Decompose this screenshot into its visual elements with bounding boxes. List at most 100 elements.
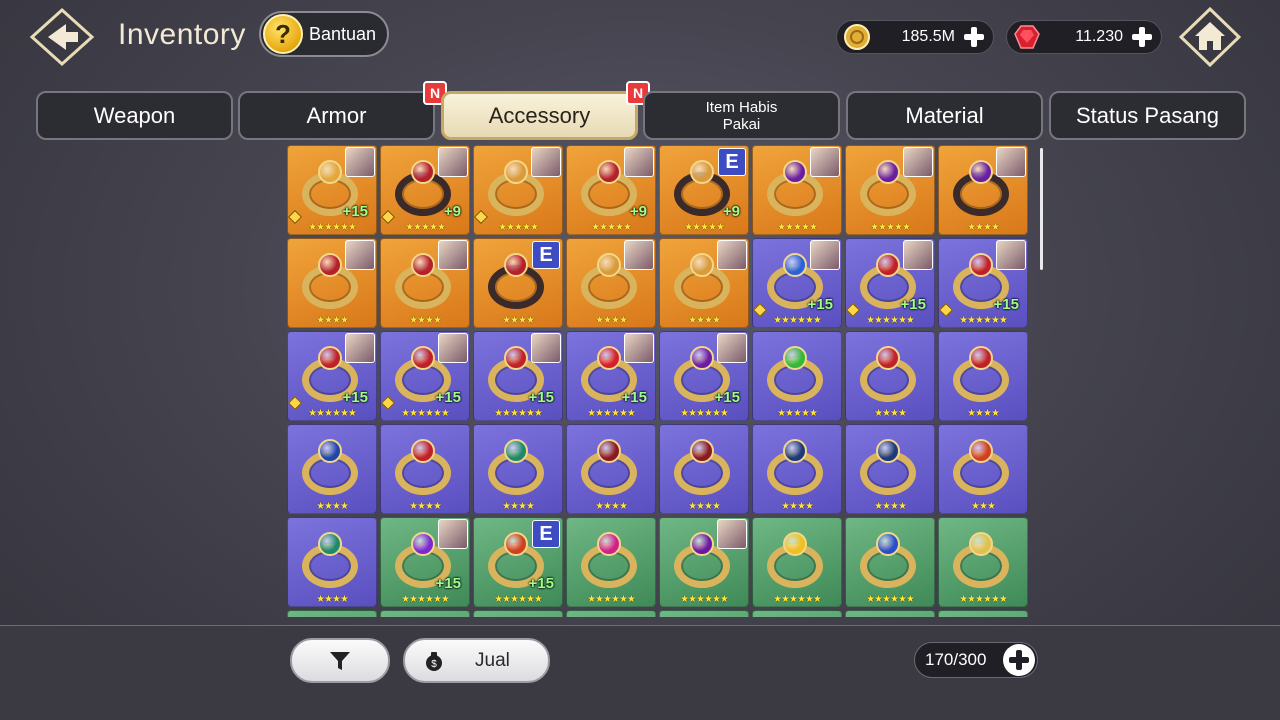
enhance-level: +15 <box>342 389 368 406</box>
accessory-item-slot[interactable]: ★★★★★★ <box>938 517 1028 607</box>
tab-consumables[interactable]: Item Habis Pakai <box>643 91 840 140</box>
equipped-hero-avatar <box>438 240 468 270</box>
equipped-hero-avatar <box>624 333 654 363</box>
star-rating: ★★★★ <box>502 315 535 326</box>
accessory-item-slot[interactable]: ★★★★ <box>752 424 842 514</box>
star-rating: ★★★★★★ <box>494 594 543 605</box>
filter-icon <box>330 651 350 670</box>
sell-button[interactable]: $ Jual <box>403 638 550 683</box>
add-gem-button[interactable] <box>1131 26 1153 48</box>
accessory-item-slot[interactable]: +15 ★★★★★★ <box>287 145 377 235</box>
accessory-item-slot[interactable]: +15 ★★★★★★ <box>659 331 749 421</box>
accessory-item-slot[interactable]: E +15 ★★★★★★ <box>473 517 563 607</box>
gemstone-icon <box>969 346 993 370</box>
item-grid[interactable]: +15 ★★★★★★ +9 ★★★★★ ★★★★★ +9 ★★★★★ E +9 ★★★★★ ★★★★… <box>287 145 1039 617</box>
grid-scrollbar[interactable] <box>1040 148 1043 270</box>
accessory-item-slot[interactable]: ★★★ <box>938 424 1028 514</box>
equipped-hero-avatar <box>345 147 375 177</box>
accessory-item-slot[interactable]: ★★★★ <box>659 424 749 514</box>
page-title: Inventory <box>118 18 246 51</box>
accessory-item-slot[interactable]: ★★★★ <box>845 424 935 514</box>
accessory-item-slot[interactable]: ★★★★ <box>845 331 935 421</box>
tab-accessory[interactable]: Accessory <box>441 91 638 140</box>
accessory-item-slot[interactable]: +15 ★★★★★★ <box>566 331 656 421</box>
accessory-item-slot[interactable]: +15 ★★★★★★ <box>287 331 377 421</box>
accessory-item-slot[interactable]: ★★★★ <box>938 331 1028 421</box>
star-rating: ★★★★★★ <box>959 315 1008 326</box>
gemstone-icon <box>411 160 435 184</box>
accessory-item-slot[interactable] <box>380 610 470 617</box>
enhance-level: +15 <box>435 575 461 592</box>
accessory-item-slot[interactable]: ★★★★★ <box>752 331 842 421</box>
star-rating: ★★★★★ <box>684 222 725 233</box>
accessory-item-slot[interactable]: ★★★★★ <box>473 145 563 235</box>
expand-capacity-button[interactable] <box>1003 644 1035 676</box>
help-button[interactable]: ? Bantuan <box>259 11 389 57</box>
accessory-item-slot[interactable]: ★★★★ <box>938 145 1028 235</box>
accessory-item-slot[interactable]: ★★★★ <box>566 424 656 514</box>
accessory-item-slot[interactable]: +15 ★★★★★★ <box>752 238 842 328</box>
accessory-item-slot[interactable]: +9 ★★★★★ <box>380 145 470 235</box>
star-rating: ★★★★ <box>316 594 349 605</box>
accessory-item-slot[interactable] <box>287 610 377 617</box>
star-rating: ★★★★★★ <box>773 594 822 605</box>
filter-button[interactable] <box>290 638 390 683</box>
accessory-item-slot[interactable]: ★★★★★ <box>845 145 935 235</box>
tab-equip-status[interactable]: Status Pasang <box>1049 91 1246 140</box>
accessory-item-slot[interactable]: ★★★★ <box>287 238 377 328</box>
accessory-item-slot[interactable]: +15 ★★★★★★ <box>845 238 935 328</box>
star-rating: ★★★★★★ <box>494 408 543 419</box>
gemstone-icon <box>690 532 714 556</box>
accessory-item-slot[interactable]: ★★★★ <box>566 238 656 328</box>
enhance-level: +15 <box>528 575 554 592</box>
accessory-item-slot[interactable] <box>845 610 935 617</box>
accessory-item-slot[interactable]: E +9 ★★★★★ <box>659 145 749 235</box>
tab-armor[interactable]: Armor <box>238 91 435 140</box>
gemstone-icon <box>504 346 528 370</box>
accessory-item-slot[interactable] <box>938 610 1028 617</box>
accessory-item-slot[interactable]: ★★★★★ <box>752 145 842 235</box>
equipped-hero-avatar <box>810 240 840 270</box>
star-rating: ★★★★★ <box>777 222 818 233</box>
back-button[interactable] <box>26 6 98 68</box>
accessory-item-slot[interactable]: +15 ★★★★★★ <box>473 331 563 421</box>
accessory-item-slot[interactable] <box>566 610 656 617</box>
home-button[interactable] <box>1178 6 1242 68</box>
star-rating: ★★★★ <box>595 315 628 326</box>
star-rating: ★★★★★★ <box>587 408 636 419</box>
accessory-item-slot[interactable]: ★★★★ <box>380 424 470 514</box>
accessory-item-slot[interactable] <box>659 610 749 617</box>
tab-weapon[interactable]: Weapon <box>36 91 233 140</box>
gemstone-icon <box>876 160 900 184</box>
gemstone-icon <box>411 346 435 370</box>
accessory-item-slot[interactable]: ★★★★ <box>287 424 377 514</box>
accessory-item-slot[interactable]: ★★★★★★ <box>659 517 749 607</box>
accessory-item-slot[interactable]: ★★★★★★ <box>845 517 935 607</box>
accessory-item-slot[interactable]: ★★★★★★ <box>566 517 656 607</box>
star-rating: ★★★★★★ <box>680 594 729 605</box>
accessory-item-slot[interactable]: E ★★★★ <box>473 238 563 328</box>
add-gold-button[interactable] <box>963 26 985 48</box>
accessory-item-slot[interactable] <box>473 610 563 617</box>
gem-currency: 11.230 <box>1006 20 1162 54</box>
accessory-item-slot[interactable]: +9 ★★★★★ <box>566 145 656 235</box>
accessory-item-slot[interactable]: +15 ★★★★★★ <box>380 517 470 607</box>
gold-value: 185.5M <box>901 28 955 45</box>
star-rating: ★★★★ <box>874 501 907 512</box>
accessory-item-slot[interactable]: ★★★★ <box>380 238 470 328</box>
accessory-item-slot[interactable]: ★★★★ <box>473 424 563 514</box>
home-icon <box>1178 6 1242 68</box>
star-rating: ★★★★ <box>781 501 814 512</box>
accessory-item-slot[interactable] <box>752 610 842 617</box>
accessory-item-slot[interactable]: ★★★★ <box>659 238 749 328</box>
enhance-level: +9 <box>629 203 647 220</box>
equipped-badge: E <box>532 520 560 548</box>
tab-material[interactable]: Material <box>846 91 1043 140</box>
question-icon: ? <box>263 14 303 54</box>
star-rating: ★★★★★★ <box>866 315 915 326</box>
accessory-item-slot[interactable]: ★★★★★★ <box>752 517 842 607</box>
accessory-item-slot[interactable]: +15 ★★★★★★ <box>938 238 1028 328</box>
accessory-item-slot[interactable]: ★★★★ <box>287 517 377 607</box>
accessory-item-slot[interactable]: +15 ★★★★★★ <box>380 331 470 421</box>
equipped-hero-avatar <box>345 333 375 363</box>
